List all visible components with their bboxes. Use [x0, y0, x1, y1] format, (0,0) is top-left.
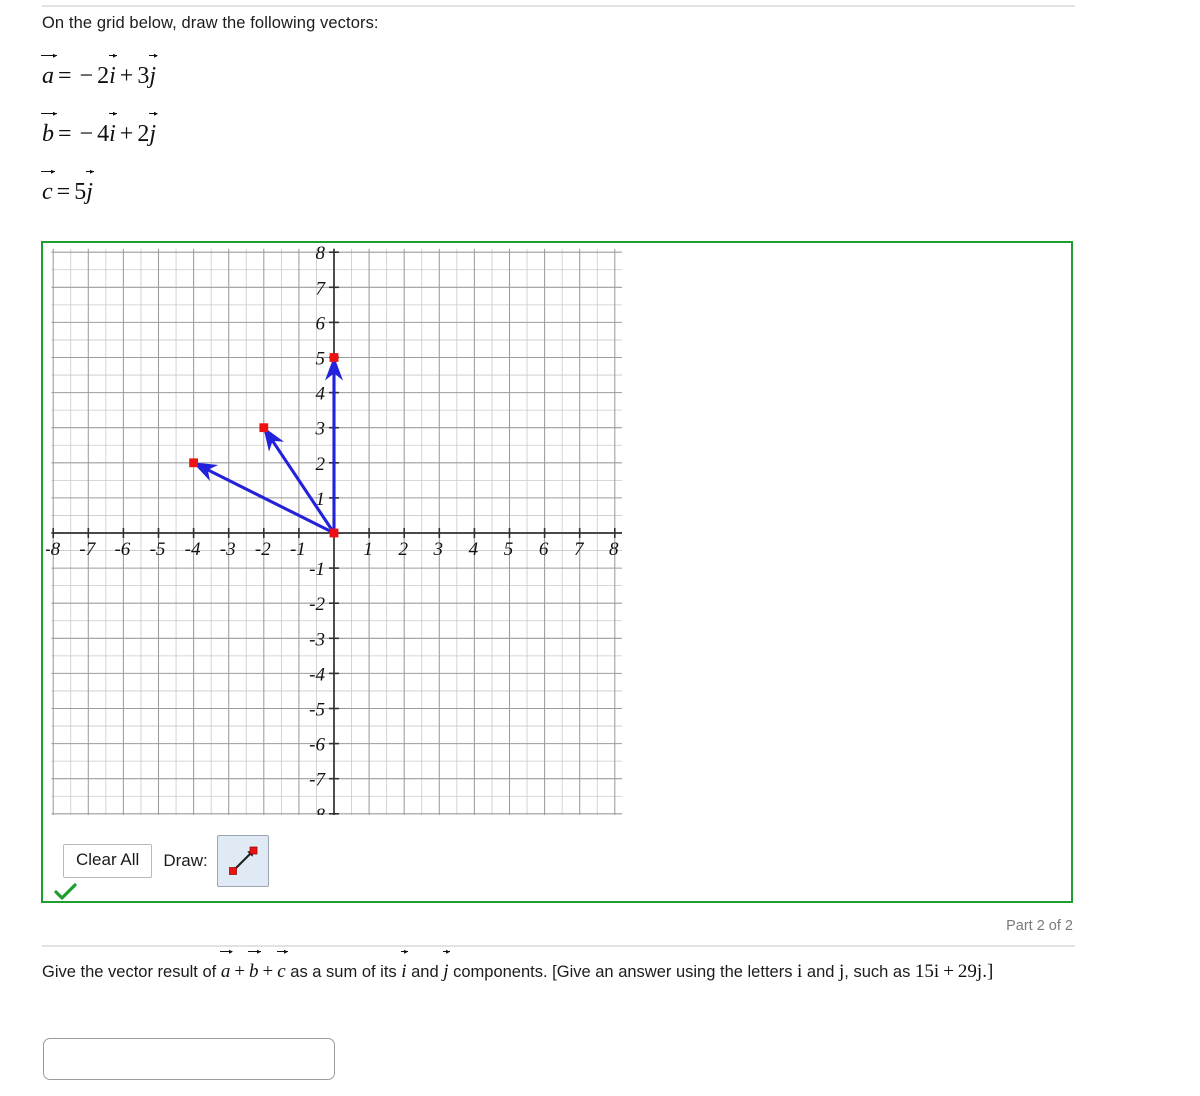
drawing-toolbar: Clear All Draw:	[63, 835, 269, 887]
coordinate-grid-svg[interactable]: -8-7-6-5-4-3-2-11234567887654321-1-2-3-4…	[46, 241, 622, 815]
equation-unit-vector: j	[85, 170, 94, 205]
x-axis-tick-label: 1	[363, 539, 373, 560]
question-seg-5: and	[802, 963, 840, 981]
question-seg-7: .]	[982, 961, 994, 982]
equation-unit-vector: i	[108, 112, 117, 147]
x-axis-tick-label: 5	[504, 539, 514, 560]
question-vector-a: a	[220, 951, 232, 982]
equation-operator: =	[56, 179, 71, 205]
x-axis-tick-label: 7	[574, 539, 585, 560]
vector-tool-button[interactable]	[216, 835, 269, 887]
y-axis-tick-label: 6	[316, 313, 326, 334]
part-indicator: Part 2 of 2	[1006, 918, 1073, 934]
question-plus-1: +	[234, 961, 246, 982]
y-axis-tick-label: 3	[315, 419, 326, 440]
question-seg-2: as a sum of its	[285, 963, 402, 981]
equation-operator: −	[79, 63, 94, 89]
section-divider	[42, 945, 1075, 947]
question-vector-j: j	[442, 951, 451, 982]
question-example-num-2: 29	[957, 961, 977, 982]
x-axis-tick-label: 3	[433, 539, 444, 560]
green-checkmark-icon	[54, 883, 77, 900]
x-axis-tick-label: -7	[79, 539, 96, 560]
equation-lhs: c	[41, 170, 55, 205]
clear-all-button[interactable]: Clear All	[63, 844, 153, 878]
question-plus-2: +	[262, 961, 274, 982]
y-axis-tick-label: -8	[309, 805, 325, 815]
question-seg-4: components. [Give an answer using the le…	[448, 963, 798, 981]
vector-a-equation: a = −2i +3j	[41, 54, 158, 90]
x-axis-tick-label: 6	[539, 539, 549, 560]
equation-unit-vector: j	[148, 54, 158, 89]
y-axis-tick-label: 5	[316, 349, 326, 370]
y-axis-tick-label: -7	[309, 770, 326, 791]
vector-endpoint-marker[interactable]	[259, 423, 269, 433]
y-axis-tick-label: -3	[309, 629, 325, 650]
vector-endpoint-marker[interactable]	[329, 528, 339, 538]
y-axis-tick-label: -6	[309, 735, 325, 756]
question-seg-6: , such as	[844, 963, 915, 981]
x-axis-tick-label: -1	[290, 539, 306, 560]
question-text: Give the vector result of a + b + c as a sum…	[42, 951, 1078, 986]
x-axis-tick-label: -3	[220, 539, 236, 560]
equation-lhs: a	[41, 54, 57, 89]
vector-c-equation: c = 5j	[41, 170, 94, 206]
x-axis-tick-label: -5	[150, 539, 166, 560]
vector-arrow-icon	[228, 846, 258, 875]
y-axis-tick-label: 7	[316, 278, 327, 299]
y-axis-tick-label: -4	[309, 664, 325, 685]
vector-endpoint-marker[interactable]	[329, 353, 339, 362]
equation-operator: =	[58, 63, 72, 89]
question-vector-b: b	[248, 951, 261, 982]
y-axis-tick-label: 2	[316, 454, 326, 475]
y-axis-tick-label: -1	[309, 559, 325, 580]
draw-label: Draw:	[163, 851, 208, 870]
x-axis-tick-label: -2	[255, 539, 271, 560]
x-axis-tick-label: 4	[469, 539, 479, 560]
y-axis-tick-label: 4	[316, 384, 326, 405]
equation-number: 5	[74, 179, 87, 205]
question-example-plus: +	[943, 961, 954, 982]
equation-operator: +	[119, 121, 134, 147]
top-divider	[42, 5, 1075, 7]
x-axis-tick-label: 2	[398, 539, 408, 560]
question-example-num-1: 15	[914, 961, 934, 982]
y-axis-tick-label: 8	[316, 243, 326, 264]
question-vector-c: c	[276, 951, 289, 982]
x-axis-tick-label: -4	[185, 539, 201, 560]
equation-operator: +	[119, 63, 134, 89]
coordinate-grid[interactable]: -8-7-6-5-4-3-2-11234567887654321-1-2-3-4…	[46, 241, 622, 815]
vector-b-equation: b = −4i +2j	[41, 112, 158, 148]
x-axis-tick-label: -6	[114, 539, 130, 560]
vector-endpoint-marker[interactable]	[189, 458, 198, 468]
question-seg-1: Give the vector result of	[42, 963, 221, 981]
question-seg-3: and	[406, 963, 444, 981]
equation-unit-vector: j	[148, 112, 158, 147]
equation-lhs: b	[41, 112, 57, 147]
x-axis-tick-label: -8	[46, 539, 61, 560]
answer-input[interactable]	[43, 1038, 335, 1080]
prompt-text: On the grid below, draw the following ve…	[42, 14, 379, 32]
equation-operator: =	[58, 121, 72, 147]
answer-container: -8-7-6-5-4-3-2-11234567887654321-1-2-3-4…	[41, 241, 1073, 903]
y-axis-tick-label: -5	[309, 700, 325, 721]
equation-number: 2	[137, 121, 150, 147]
equation-operator: −	[79, 121, 94, 147]
equation-number: 3	[137, 63, 150, 89]
x-axis-tick-label: 8	[609, 539, 619, 560]
y-axis-tick-label: -2	[309, 594, 325, 615]
equation-number: 2	[97, 63, 110, 89]
question-vector-i: i	[400, 951, 409, 982]
equation-unit-vector: i	[108, 54, 117, 89]
equation-number: 4	[97, 121, 110, 147]
